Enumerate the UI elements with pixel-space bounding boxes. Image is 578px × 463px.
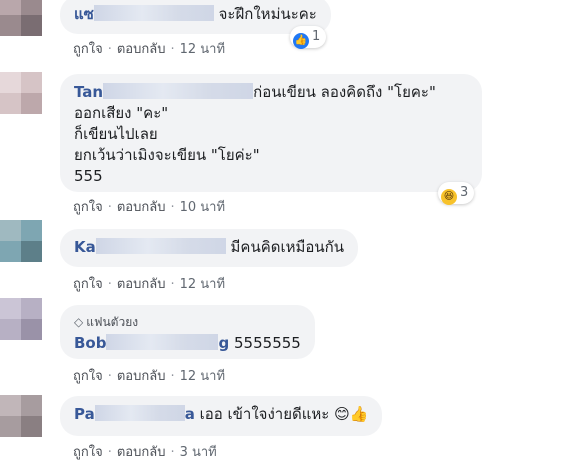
commenter-name[interactable]: แซ xyxy=(74,5,94,23)
comment-line: 555 xyxy=(74,167,103,185)
comment-actions: ถูกใจ · ตอบกลับ · 12 นาที xyxy=(73,38,225,59)
separator: · xyxy=(107,445,112,460)
comment-actions: ถูกใจ · ตอบกลับ · 3 นาที xyxy=(73,441,217,462)
reaction-count: 3 xyxy=(460,185,469,200)
separator: · xyxy=(170,445,175,460)
separator: · xyxy=(170,369,175,384)
comment-line: Ka มีคนคิดเหมือนกัน xyxy=(74,237,344,258)
comment-text: 5555555 xyxy=(234,334,301,352)
timestamp[interactable]: 12 นาที xyxy=(180,42,225,57)
comment-bubble: Ka มีคนคิดเหมือนกัน xyxy=(60,229,358,267)
comment-line: Bob g 5555555 xyxy=(74,333,301,354)
like-link[interactable]: ถูกใจ xyxy=(73,445,103,460)
comment-line: Pa a เออ เข้าใจง่ายดีแหะ 😊👍 xyxy=(74,404,368,425)
commenter-name[interactable]: Bob xyxy=(74,334,106,352)
reaction-summary[interactable]: 👍 1 xyxy=(290,26,327,49)
fan-badge: ◇ แฟนตัวยง xyxy=(74,313,301,331)
avatar[interactable] xyxy=(0,72,42,114)
reply-link[interactable]: ตอบกลับ xyxy=(117,369,166,384)
timestamp[interactable]: 10 นาที xyxy=(180,200,225,215)
redacted-name xyxy=(103,83,254,99)
comment-text: ก่อนเขียน ลองคิดถึง "โยคะ" xyxy=(253,83,436,101)
avatar[interactable] xyxy=(0,220,42,262)
fan-badge-label: แฟนตัวยง xyxy=(86,315,139,329)
redacted-name xyxy=(94,405,185,421)
thumbs-up-emoji: 👍 xyxy=(349,405,369,423)
separator: · xyxy=(170,277,175,292)
like-link[interactable]: ถูกใจ xyxy=(73,200,103,215)
like-link[interactable]: ถูกใจ xyxy=(73,277,103,292)
avatar[interactable] xyxy=(0,298,42,340)
separator: · xyxy=(107,200,112,215)
commenter-name-tail[interactable]: g xyxy=(218,334,229,352)
separator: · xyxy=(170,200,175,215)
separator: · xyxy=(107,42,112,57)
separator: · xyxy=(170,42,175,57)
comment-text: จะฝึกใหม่นะคะ xyxy=(218,5,317,23)
avatar[interactable] xyxy=(0,0,42,36)
like-link[interactable]: ถูกใจ xyxy=(73,42,103,57)
redacted-name xyxy=(106,334,219,350)
separator: · xyxy=(107,277,112,292)
comment-line: Tan ก่อนเขียน ลองคิดถึง "โยคะ" xyxy=(74,82,468,103)
haha-icon: 😆 xyxy=(441,189,457,205)
comment-text: เออ เข้าใจง่ายดีแหะ xyxy=(199,405,330,423)
diamond-icon: ◇ xyxy=(74,315,84,329)
timestamp[interactable]: 3 นาที xyxy=(180,445,217,460)
comment-line: แซ จะฝึกใหม่นะคะ xyxy=(74,4,317,25)
redacted-name xyxy=(95,238,226,254)
comment-actions: ถูกใจ · ตอบกลับ · 10 นาที xyxy=(73,196,225,217)
timestamp[interactable]: 12 นาที xyxy=(180,369,225,384)
comment-line: ยกเว้นว่าเมิงจะเขียน "โยค่ะ" xyxy=(74,146,260,164)
comment-line: ออกเสียง "คะ" xyxy=(74,104,169,122)
comment-bubble: แซ จะฝึกใหม่นะคะ xyxy=(60,0,331,34)
smile-emoji: 😊 xyxy=(334,405,350,423)
timestamp[interactable]: 12 นาที xyxy=(180,277,225,292)
reaction-summary[interactable]: 😆 3 xyxy=(438,182,475,205)
comment-bubble: ◇ แฟนตัวยง Bob g 5555555 xyxy=(60,305,315,359)
reply-link[interactable]: ตอบกลับ xyxy=(117,200,166,215)
comment-text: มีคนคิดเหมือนกัน xyxy=(230,238,344,256)
comment-actions: ถูกใจ · ตอบกลับ · 12 นาที xyxy=(73,273,225,294)
commenter-name[interactable]: Tan xyxy=(74,83,103,101)
comment-bubble: Tan ก่อนเขียน ลองคิดถึง "โยคะ" ออกเสียง "… xyxy=(60,74,482,192)
reply-link[interactable]: ตอบกลับ xyxy=(117,42,166,57)
like-icon: 👍 xyxy=(293,33,309,49)
like-link[interactable]: ถูกใจ xyxy=(73,369,103,384)
avatar[interactable] xyxy=(0,395,42,437)
reply-link[interactable]: ตอบกลับ xyxy=(117,277,166,292)
comment-line: ก็เขียนไปเลย xyxy=(74,125,158,143)
comment-bubble: Pa a เออ เข้าใจง่ายดีแหะ 😊👍 xyxy=(60,396,383,436)
comment-actions: ถูกใจ · ตอบกลับ · 12 นาที xyxy=(73,365,225,386)
reply-link[interactable]: ตอบกลับ xyxy=(117,445,166,460)
commenter-name[interactable]: Pa xyxy=(74,405,95,423)
commenter-name[interactable]: Ka xyxy=(74,238,96,256)
separator: · xyxy=(107,369,112,384)
commenter-name-tail[interactable]: a xyxy=(185,405,195,423)
reaction-count: 1 xyxy=(312,29,321,44)
redacted-name xyxy=(93,5,214,21)
